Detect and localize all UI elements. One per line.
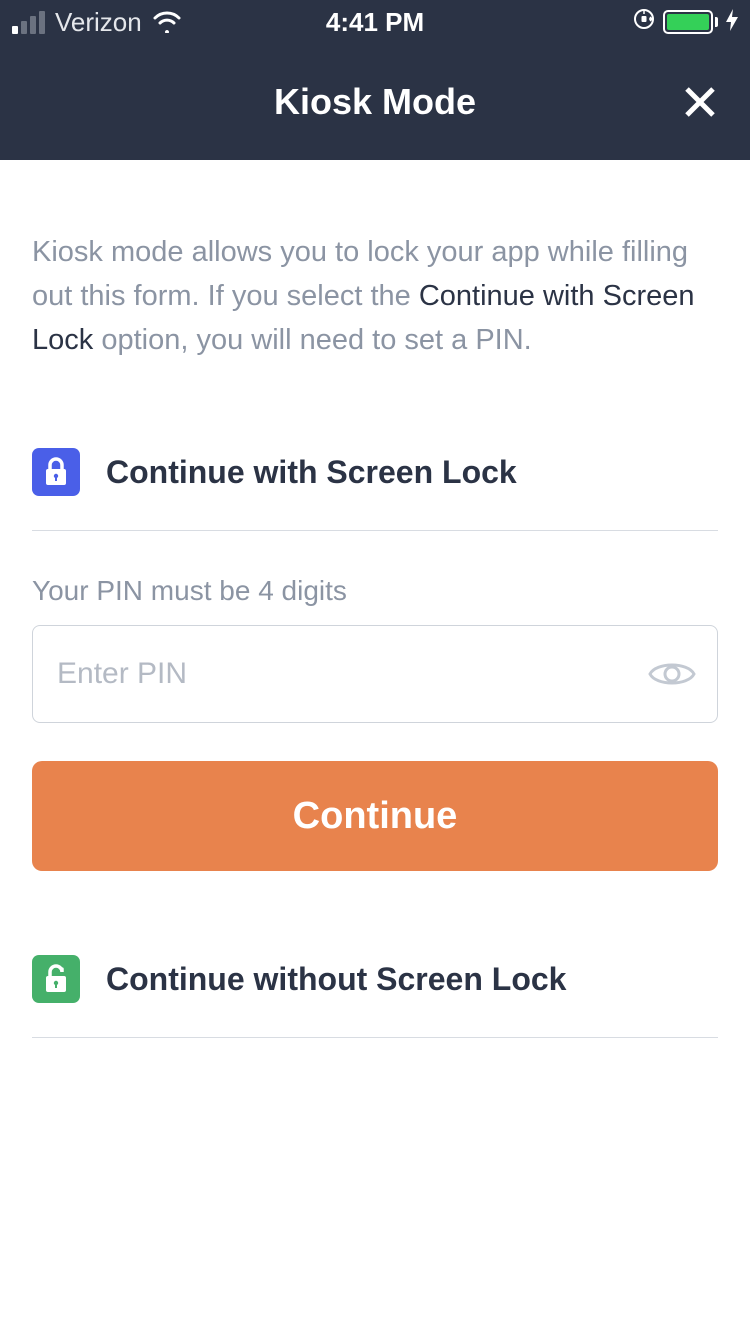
lock-icon: [32, 448, 80, 496]
orientation-lock-icon: [633, 8, 655, 37]
pin-hint: Your PIN must be 4 digits: [32, 575, 718, 607]
status-right: [633, 8, 738, 37]
modal-header: Kiosk Mode: [0, 44, 750, 160]
unlock-icon: [32, 955, 80, 1003]
close-icon: [683, 85, 717, 119]
signal-icon: [12, 11, 45, 34]
intro-text: Kiosk mode allows you to lock your app w…: [32, 230, 718, 362]
close-button[interactable]: [678, 80, 722, 124]
continue-button[interactable]: Continue: [32, 761, 718, 871]
status-left: Verizon: [12, 7, 182, 38]
option-without-lock[interactable]: Continue without Screen Lock: [32, 955, 718, 1038]
option-without-lock-label: Continue without Screen Lock: [106, 961, 566, 998]
option-with-lock-header[interactable]: Continue with Screen Lock: [32, 448, 718, 531]
pin-input-wrap: [32, 625, 718, 723]
status-time: 4:41 PM: [326, 7, 424, 38]
intro-part2: option, you will need to set a PIN.: [93, 324, 531, 356]
status-bar: Verizon 4:41 PM: [0, 0, 750, 44]
option-with-lock[interactable]: Continue with Screen Lock Your PIN must …: [32, 448, 718, 871]
toggle-visibility-button[interactable]: [648, 650, 696, 698]
option-with-lock-label: Continue with Screen Lock: [106, 454, 517, 491]
page-title: Kiosk Mode: [274, 81, 476, 123]
pin-section: Your PIN must be 4 digits Continue: [32, 575, 718, 871]
battery-icon: [663, 10, 718, 34]
wifi-icon: [152, 11, 182, 33]
content-area: Kiosk mode allows you to lock your app w…: [0, 230, 750, 1038]
pin-input[interactable]: [32, 625, 718, 723]
option-without-lock-header[interactable]: Continue without Screen Lock: [32, 955, 718, 1038]
eye-icon: [648, 658, 696, 690]
carrier-label: Verizon: [55, 7, 142, 38]
charging-icon: [726, 9, 738, 36]
